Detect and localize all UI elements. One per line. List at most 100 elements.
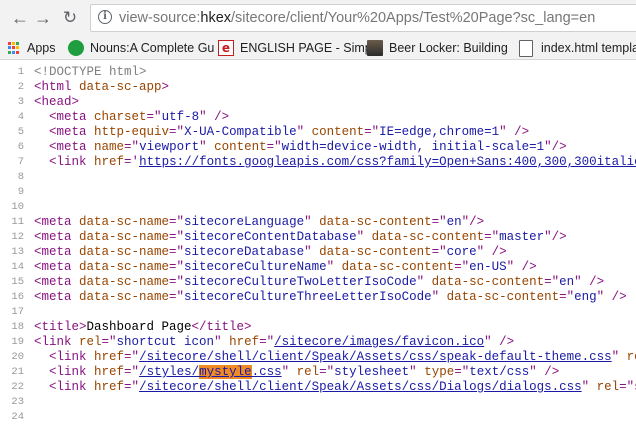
source-line: 9 (0, 185, 636, 200)
line-code: <meta charset="utf-8" /> (34, 110, 229, 125)
code-token: master (499, 230, 545, 244)
code-token: " (214, 335, 230, 349)
code-token: en (559, 275, 575, 289)
code-token: X-UA-Compatible (184, 125, 297, 139)
forward-arrow-icon[interactable]: → (33, 8, 53, 28)
code-token: href (94, 380, 125, 394)
avatar-icon (367, 40, 383, 56)
source-line: 16 <meta data-sc-name="sitecoreCultureThr… (0, 290, 636, 305)
source-link[interactable]: https://fonts.googleapis.com/css?family=… (139, 155, 636, 169)
code-token: type (424, 365, 455, 379)
code-token: =" (559, 290, 575, 304)
code-token: utf-8 (161, 110, 200, 124)
code-token: =" (484, 230, 500, 244)
code-token: =" (169, 230, 185, 244)
bookmark-index-html[interactable]: index.html templat (519, 39, 636, 57)
code-token: data-sc-name (79, 230, 170, 244)
code-token: " (304, 215, 320, 229)
bookmark-nouns[interactable]: Nouns:A Complete Gu (68, 40, 214, 56)
source-line: 5 <meta http-equiv="X-UA-Compatible" con… (0, 125, 636, 140)
source-link[interactable]: /sitecore/images/favicon.ico (274, 335, 484, 349)
green-circle-icon (68, 40, 84, 56)
address-bar[interactable]: i view-source:hkex/sitecore/client/Your%… (90, 4, 636, 32)
bookmark-label: Beer Locker: Building (389, 41, 508, 55)
code-token: sitecoreCultureTwoLetterIsoCode (184, 275, 417, 289)
code-token: " /> (574, 275, 605, 289)
line-number: 4 (17, 111, 24, 123)
line-code: <head> (34, 95, 79, 110)
code-token: data-sc-name (79, 245, 170, 259)
line-code: <meta data-sc-name="sitecoreDatabase" da… (34, 245, 507, 260)
bookmark-english-page[interactable]: e ENGLISH PAGE - Simp (218, 40, 372, 56)
code-token: stylesheet (334, 365, 410, 379)
code-token: " /> (199, 110, 230, 124)
code-token: rel (79, 335, 102, 349)
info-icon[interactable]: i (98, 10, 112, 24)
source-link[interactable]: /styles/ (139, 365, 199, 379)
code-token: =" (101, 335, 117, 349)
source-link[interactable]: .css (252, 365, 282, 379)
line-number: 20 (11, 351, 24, 363)
source-line: 13 <meta data-sc-name="sitecoreDatabase" … (0, 245, 636, 260)
url-scheme: view-source: (119, 10, 201, 26)
code-token: " /> (529, 365, 560, 379)
code-token: > (161, 80, 170, 94)
code-token: =" (454, 365, 470, 379)
code-token: " (281, 365, 297, 379)
source-line: 14 <meta data-sc-name="sitecoreCultureNam… (0, 260, 636, 275)
code-token: =" (259, 335, 275, 349)
source-line: 12 <meta data-sc-name="sitecoreContentDat… (0, 230, 636, 245)
code-token: Dashboard Page (86, 320, 192, 334)
code-token: =" (454, 260, 470, 274)
code-token: content (214, 140, 267, 154)
reload-icon[interactable]: ↻ (60, 8, 80, 28)
code-token: <meta (49, 140, 95, 154)
code-token: "/> (544, 230, 567, 244)
bookmark-apps[interactable]: Apps (8, 40, 56, 56)
line-number: 16 (11, 291, 24, 303)
code-token: href (229, 335, 260, 349)
code-token: <title> (34, 320, 87, 334)
line-number: 19 (11, 336, 24, 348)
line-number: 13 (11, 246, 24, 258)
code-token: <meta (34, 260, 80, 274)
line-number: 17 (11, 306, 24, 318)
url-text[interactable]: view-source:hkex/sitecore/client/Your%20… (119, 10, 595, 26)
code-token: <link (49, 380, 95, 394)
code-token: charset (94, 110, 147, 124)
line-number: 21 (11, 366, 24, 378)
code-token: " /> (506, 260, 537, 274)
source-line: 4 <meta charset="utf-8" /> (0, 110, 636, 125)
apps-grid-icon (8, 42, 20, 54)
line-code: <meta data-sc-name="sitecoreCultureName"… (34, 260, 537, 275)
highlighted-link-text[interactable]: mystyle (199, 365, 252, 379)
line-number: 2 (17, 81, 24, 93)
code-token: " (356, 230, 372, 244)
code-token: <meta (34, 275, 80, 289)
line-number: 23 (11, 396, 24, 408)
source-link[interactable]: /sitecore/shell/client/Speak/Assets/css/… (139, 350, 612, 364)
line-number: 10 (11, 201, 24, 213)
code-token: =" (146, 110, 162, 124)
code-token: http-equiv (94, 125, 170, 139)
code-token: =" (266, 140, 282, 154)
code-token: data-sc-content (446, 290, 560, 304)
source-line: 7 <link href='https://fonts.googleapis.c… (0, 155, 636, 170)
source-line: 6 <meta name="viewport" content="width=d… (0, 140, 636, 155)
line-code: <meta http-equiv="X-UA-Compatible" conte… (34, 125, 529, 140)
bookmark-beer-locker[interactable]: Beer Locker: Building (367, 40, 508, 56)
code-token: <link (49, 365, 95, 379)
code-token: <meta (34, 230, 80, 244)
code-token: sitecoreCultureThreeLetterIsoCode (184, 290, 432, 304)
source-line: 15 <meta data-sc-name="sitecoreCultureTwo… (0, 275, 636, 290)
line-number: 24 (11, 411, 24, 423)
line-code: <link href='https://fonts.googleapis.com… (34, 155, 636, 170)
bookmark-label: ENGLISH PAGE - Simp (240, 41, 372, 55)
code-token: rel (626, 350, 636, 364)
back-arrow-icon[interactable]: ← (10, 8, 30, 28)
source-link[interactable]: /sitecore/shell/client/Speak/Assets/css/… (139, 380, 582, 394)
line-number: 3 (17, 96, 24, 108)
